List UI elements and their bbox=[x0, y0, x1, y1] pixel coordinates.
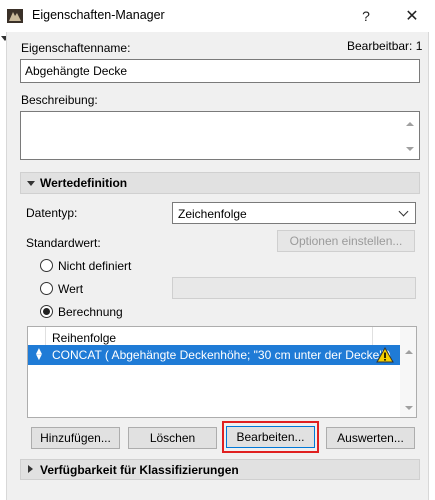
warning-icon bbox=[376, 346, 394, 363]
default-value-label: Standardwert: bbox=[26, 236, 101, 250]
datatype-value: Zeichenfolge bbox=[178, 207, 247, 221]
value-input[interactable] bbox=[172, 277, 416, 299]
radio-calculation-label: Berechnung bbox=[58, 305, 123, 319]
description-scrollbar[interactable] bbox=[401, 112, 419, 159]
scroll-down-icon[interactable] bbox=[405, 406, 413, 410]
radio-undefined[interactable] bbox=[40, 259, 53, 272]
options-button[interactable]: Optionen einstellen... bbox=[277, 230, 415, 252]
radio-value-label: Wert bbox=[58, 282, 84, 296]
column-divider bbox=[372, 327, 373, 345]
section-value-definition-title: Wertedefinition bbox=[40, 176, 128, 190]
scroll-up-icon[interactable] bbox=[406, 122, 414, 126]
table-row-formula: CONCAT ( Abgehängte Deckenhöhe; "30 cm u… bbox=[52, 348, 391, 362]
name-label: Eigenschaftenname: bbox=[21, 41, 131, 55]
window-title: Eigenschaften-Manager bbox=[32, 8, 165, 22]
evaluate-button[interactable]: Auswerten... bbox=[326, 427, 415, 449]
expand-triangle-icon bbox=[28, 465, 33, 473]
scroll-up-icon[interactable] bbox=[405, 350, 413, 354]
expand-triangle-icon bbox=[27, 181, 35, 186]
scroll-down-icon[interactable] bbox=[406, 147, 414, 151]
add-button[interactable]: Hinzufügen... bbox=[31, 427, 120, 449]
section-availability-title: Verfügbarkeit für Klassifizierungen bbox=[40, 463, 239, 477]
close-button[interactable]: ✕ bbox=[389, 0, 435, 32]
radio-value[interactable] bbox=[40, 282, 53, 295]
app-icon bbox=[7, 9, 23, 23]
radio-selected-dot bbox=[43, 308, 50, 315]
editable-count: Bearbeitbar: 1 bbox=[347, 39, 423, 53]
description-label: Beschreibung: bbox=[21, 93, 98, 107]
help-button[interactable]: ? bbox=[343, 0, 389, 32]
datatype-label: Datentyp: bbox=[26, 206, 78, 220]
column-header-order[interactable]: Reihenfolge bbox=[52, 331, 116, 345]
radio-calculation[interactable] bbox=[40, 305, 53, 318]
edit-button[interactable]: Bearbeiten... bbox=[226, 426, 315, 448]
name-input-value: Abgehängte Decke bbox=[25, 64, 128, 78]
radio-undefined-label: Nicht definiert bbox=[58, 259, 132, 273]
delete-button[interactable]: Löschen bbox=[128, 427, 217, 449]
column-divider bbox=[45, 327, 46, 345]
table-scrollbar[interactable] bbox=[400, 327, 416, 417]
reorder-handle-icon[interactable]: ▲ ▼ bbox=[34, 347, 44, 363]
description-textarea[interactable] bbox=[20, 111, 420, 160]
